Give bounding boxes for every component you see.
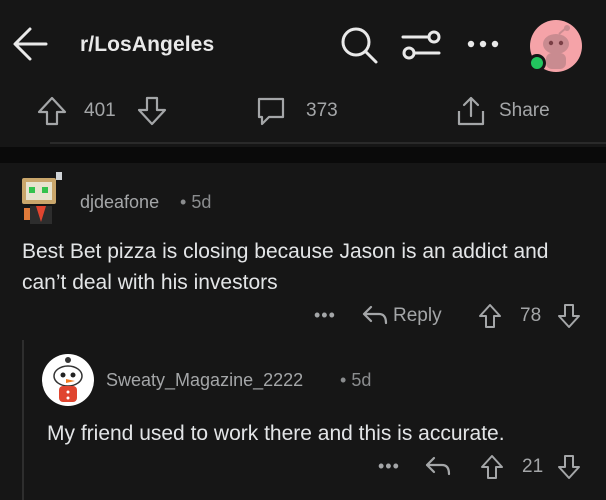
- comment-body: Best Bet pizza is closing because Jason …: [22, 240, 549, 294]
- share-icon[interactable]: [455, 94, 487, 128]
- reply-button[interactable]: Reply: [393, 305, 442, 327]
- comment-age: 5d: [351, 370, 372, 390]
- search-icon[interactable]: [339, 25, 379, 65]
- robot-avatar-icon[interactable]: [16, 170, 66, 228]
- comment-body: My friend used to work there and this is…: [47, 422, 505, 445]
- comment-meta: • 5d: [180, 192, 211, 213]
- comment-age: 5d: [191, 192, 212, 212]
- back-arrow-icon[interactable]: [10, 24, 50, 64]
- upvote-arrow-icon[interactable]: [478, 303, 502, 329]
- vote-count: 21: [522, 456, 544, 477]
- downvote-arrow-icon[interactable]: [136, 95, 168, 127]
- meta-dot: •: [340, 370, 352, 390]
- more-dots-icon[interactable]: [466, 38, 500, 50]
- upvote-arrow-icon[interactable]: [480, 454, 504, 480]
- share-label[interactable]: Share: [499, 100, 550, 122]
- downvote-arrow-icon[interactable]: [557, 454, 581, 480]
- snoo-avatar-icon[interactable]: [42, 354, 94, 406]
- filter-sliders-icon[interactable]: [401, 27, 441, 63]
- downvote-arrow-icon[interactable]: [557, 303, 581, 329]
- upvote-count: 401: [84, 100, 116, 121]
- vote-count: 78: [520, 305, 542, 326]
- upvote-arrow-icon[interactable]: [36, 95, 68, 127]
- online-status-dot: [528, 54, 546, 72]
- section-separator: [0, 147, 606, 163]
- reply-arrow-icon[interactable]: [361, 303, 389, 327]
- comment-author[interactable]: Sweaty_Magazine_2222: [106, 370, 303, 391]
- reply-arrow-icon[interactable]: [424, 454, 452, 478]
- comment-bubble-icon[interactable]: [255, 95, 287, 127]
- meta-dot: •: [180, 192, 192, 212]
- divider: [50, 142, 606, 144]
- comment-count[interactable]: 373: [306, 100, 338, 122]
- comment-more-button[interactable]: •••: [378, 456, 400, 477]
- comment-meta: • 5d: [340, 370, 371, 391]
- thread-line[interactable]: [22, 340, 24, 500]
- post-header: r/LosAngeles: [0, 0, 606, 92]
- comment-author[interactable]: djdeafone: [80, 192, 159, 213]
- subreddit-title[interactable]: r/LosAngeles: [80, 33, 214, 57]
- comment-more-button[interactable]: •••: [314, 305, 336, 326]
